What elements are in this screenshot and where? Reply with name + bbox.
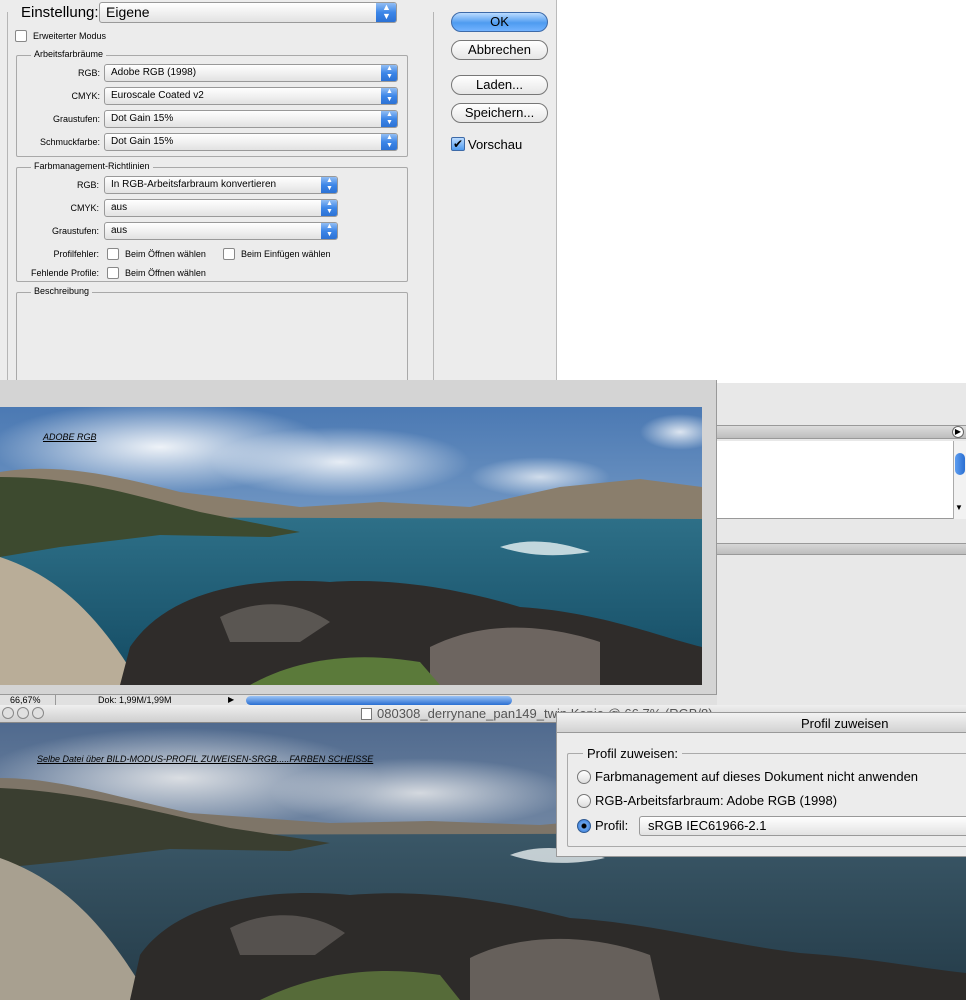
palette-header: ▶ [717,425,966,439]
profilfehler-einfuegen-label: Beim Einfügen wählen [241,249,331,259]
profile-select[interactable]: sRGB IEC61966-2.1 [639,816,966,836]
speichern-button[interactable]: Speichern... [451,103,548,123]
close-window-icon[interactable] [2,707,14,719]
chevron-updown-icon: ▲ ▼ [321,200,337,216]
abbrechen-button[interactable]: Abbrechen [451,40,548,60]
profilfehler-label: Profilfehler: [53,249,99,259]
option-rgb-workspace: RGB-Arbeitsfarbraum: Adobe RGB (1998) [595,793,838,808]
zoom-window-icon[interactable] [32,707,44,719]
vorschau-label: Vorschau [468,137,523,152]
radio-no-color-management[interactable] [577,770,591,784]
document-icon [361,708,372,720]
profilfehler-oeffnen-checkbox[interactable] [107,248,119,260]
palette-menu-icon[interactable]: ▶ [952,426,964,438]
chevron-updown-icon: ▲ ▼ [381,134,397,150]
fehlende-oeffnen-label: Beim Öffnen wählen [125,268,206,278]
graustufen-label: Graustufen: [52,114,100,124]
rgb-workspace-select[interactable]: Adobe RGB (1998) ▲ ▼ [104,64,398,82]
erweiterter-modus-label: Erweiterter Modus [33,31,107,41]
policy-rgb-select[interactable]: In RGB-Arbeitsfarbraum konvertieren ▲ ▼ [104,176,338,194]
cmyk-workspace-select[interactable]: Euroscale Coated v2 ▲ ▼ [104,87,398,105]
policy-cmyk-value: aus [111,202,128,213]
chevron-updown-icon: ▲ ▼ [321,177,337,193]
assign-profile-title: Profil zuweisen [801,716,889,731]
policy-rgb-value: In RGB-Arbeitsfarbraum konvertieren [111,179,277,190]
rgb-label: RGB: [77,68,100,78]
radio-rgb-workspace[interactable] [577,794,591,808]
palette-list [717,441,953,519]
lower-overlay-text: Selbe Datei über BILD-MODUS-PROFIL ZUWEI… [37,754,374,764]
palette-scrollbar[interactable]: ▼ [953,441,966,519]
einstellung-select[interactable]: Eigene ▲ ▼ [99,2,397,23]
schmuckfarbe-select[interactable]: Dot Gain 15% ▲ ▼ [104,133,398,151]
profile-select-value: sRGB IEC61966-2.1 [648,818,767,833]
richtlinien-title: Farbmanagement-Richtlinien [31,161,153,171]
laden-button[interactable]: Laden... [451,75,548,95]
status-menu-icon[interactable]: ▶ [228,695,234,704]
cmyk-workspace-value: Euroscale Coated v2 [111,90,204,101]
palette-header-2 [717,543,966,555]
profilfehler-einfuegen-checkbox[interactable] [223,248,235,260]
schmuckfarbe-value: Dot Gain 15% [111,136,174,147]
policy-graustufen-label: Graustufen: [51,226,99,236]
rgb-workspace-value: Adobe RGB (1998) [111,67,197,78]
policy-graustufen-select[interactable]: aus ▲ ▼ [104,222,338,240]
option-no-color-management: Farbmanagement auf dieses Dokument nicht… [595,769,919,784]
upper-landscape-image [0,407,702,685]
radio-profile[interactable] [577,819,591,833]
policy-graustufen-value: aus [111,225,128,236]
erweiterter-modus-checkbox[interactable] [15,30,27,42]
graustufen-workspace-value: Dot Gain 15% [111,113,174,124]
ok-button[interactable]: OK [451,12,548,32]
scroll-down-icon[interactable]: ▼ [955,503,963,512]
fehlende-profile-label: Fehlende Profile: [30,268,99,278]
color-settings-dialog: Einstellung: Eigene ▲ ▼ Erweiterter Modus… [0,0,557,393]
beschreibung-title: Beschreibung [31,286,93,296]
upper-status-bar: 66,67% Dok: 1,99M/1,99M ▶ [0,694,717,706]
option-profile: Profil: [595,818,629,833]
policy-rgb-label: RGB: [76,180,99,190]
cmyk-label: CMYK: [71,91,100,101]
fehlende-oeffnen-checkbox[interactable] [107,267,119,279]
chevron-updown-icon: ▲ ▼ [381,88,397,104]
chevron-updown-icon: ▲ ▼ [376,3,396,22]
arbeitsfarbraeume-title: Arbeitsfarbräume [31,49,107,59]
beschreibung-group: Beschreibung [16,286,408,382]
chevron-updown-icon: ▲ ▼ [381,65,397,81]
profilfehler-oeffnen-label: Beim Öffnen wählen [125,249,206,259]
einstellung-value: Eigene [106,4,150,20]
einstellung-label: Einstellung: [21,4,99,21]
palette-panel: ▶ ▼ [717,383,966,713]
chevron-updown-icon: ▲ ▼ [381,111,397,127]
policy-cmyk-select[interactable]: aus ▲ ▼ [104,199,338,217]
schmuckfarbe-label: Schmuckfarbe: [39,137,100,147]
graustufen-workspace-select[interactable]: Dot Gain 15% ▲ ▼ [104,110,398,128]
scroll-thumb[interactable] [955,453,965,475]
policy-cmyk-label: CMYK: [70,203,99,213]
assign-profile-title-bar: Profil zuweisen [557,713,966,733]
doc-size: Dok: 1,99M/1,99M [98,695,172,705]
upper-overlay-text: ADOBE RGB [43,432,97,442]
assign-profile-dialog: Profil zuweisen Profil zuweisen: Farbman… [556,712,966,857]
horizontal-scroll-thumb[interactable] [246,696,512,705]
assign-profile-group-label: Profil zuweisen: [583,746,683,761]
minimize-window-icon[interactable] [17,707,29,719]
chevron-updown-icon: ▲ ▼ [321,223,337,239]
zoom-level: 66,67% [10,695,41,705]
upper-photo: ADOBE RGB [0,407,702,685]
vorschau-checkbox[interactable]: ✔ [451,137,465,151]
